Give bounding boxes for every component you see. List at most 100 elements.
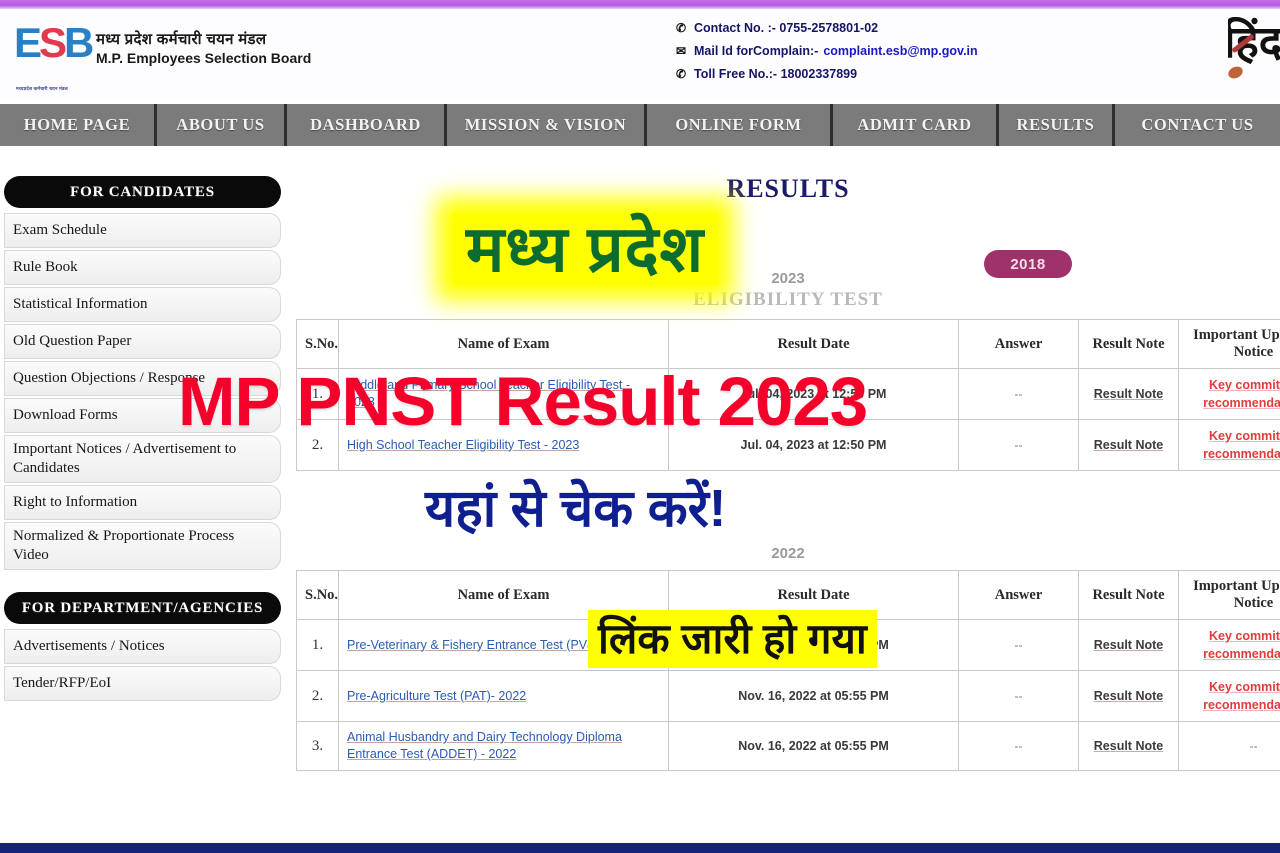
nav-item-about-us[interactable]: ABOUT US	[157, 104, 287, 146]
sidebar-item-old-question-paper[interactable]: Old Question Paper	[4, 324, 281, 359]
mail-icon: ✉	[676, 44, 687, 58]
overlay-status-text: लिंक जारी हो गया	[588, 610, 877, 668]
th-sno: S.No.	[296, 570, 339, 620]
nav-item-home-page[interactable]: HOME PAGE	[0, 104, 157, 146]
th-update: Important Update / Notice	[1178, 319, 1280, 369]
result-note-link[interactable]: Result Note	[1094, 739, 1163, 753]
result-date: Nov. 16, 2022 at 05:55 PM	[738, 689, 889, 703]
nav-item-results[interactable]: RESULTS	[999, 104, 1115, 146]
brand-name-block: मध्य प्रदेश कर्मचारी चयन मंडल M.P. Emplo…	[96, 29, 311, 66]
page-title: RESULTS	[726, 174, 850, 203]
cell-note: Result Note	[1078, 670, 1179, 722]
key-committee-link[interactable]: Key committee recommendation	[1203, 680, 1280, 712]
nav-item-admit-card[interactable]: ADMIT CARD	[833, 104, 999, 146]
key-committee-link[interactable]: Key committee recommendation	[1203, 629, 1280, 661]
cell-name: Pre-Agriculture Test (PAT)- 2022	[338, 670, 669, 722]
nav-item-mission-vision[interactable]: MISSION & VISION	[447, 104, 647, 146]
brand-name-hindi: मध्य प्रदेश कर्मचारी चयन मंडल	[96, 30, 267, 48]
result-note-link[interactable]: Result Note	[1094, 438, 1163, 452]
nav-item-dashboard[interactable]: DASHBOARD	[287, 104, 447, 146]
phone-icon: ✆	[676, 21, 687, 35]
overlay-cta-text: यहां से चेक करें!	[425, 480, 727, 538]
exam-link[interactable]: Pre-Agriculture Test (PAT)- 2022	[347, 688, 660, 705]
cell-answer: --	[958, 419, 1079, 471]
cell-answer: --	[958, 670, 1079, 722]
cell-sno: 1.	[296, 619, 339, 671]
esb-logo-icon: ESB मध्यप्रदेश कर्मचारी चयन मंडल	[14, 19, 94, 91]
cell-note: Result Note	[1078, 619, 1179, 671]
cell-answer: --	[958, 368, 1079, 420]
bottom-accent-strip	[0, 843, 1280, 853]
answer-value: --	[1014, 689, 1023, 703]
th-answer: Answer	[958, 570, 1079, 620]
table-row: 2. Pre-Agriculture Test (PAT)- 2022 Nov.…	[296, 670, 1280, 722]
cell-sno: 3.	[296, 721, 339, 771]
answer-value: --	[1014, 638, 1023, 652]
result-date: Jul. 04, 2023 at 12:50 PM	[740, 438, 887, 452]
contact-info-block: ✆ Contact No. :- 0755-2578801-02 ✉ Mail …	[676, 17, 978, 86]
sidebar-item-right-to-information[interactable]: Right to Information	[4, 485, 281, 520]
cell-answer: --	[958, 721, 1079, 771]
contact-mail-line: ✉ Mail Id forComplain:- complaint.esb@mp…	[676, 40, 978, 63]
cell-date: Nov. 16, 2022 at 05:55 PM	[668, 670, 959, 722]
cell-note: Result Note	[1078, 419, 1179, 471]
cell-answer: --	[958, 619, 1079, 671]
contact-tollfree-line: ✆ Toll Free No.:- 18002337899	[676, 63, 978, 86]
cell-name: Animal Husbandry and Dairy Technology Di…	[338, 721, 669, 771]
section-year-2022: 2022	[771, 545, 805, 562]
answer-value: --	[1014, 387, 1023, 401]
section-subtitle-eligibility-test: ELIGIBILITY TEST	[693, 289, 883, 310]
cell-update: Key committee recommendation	[1178, 619, 1280, 671]
top-accent-strip	[0, 0, 1280, 9]
contact-phone-line: ✆ Contact No. :- 0755-2578801-02	[676, 17, 978, 40]
nav-item-online-form[interactable]: ONLINE FORM	[647, 104, 833, 146]
result-date: Nov. 16, 2022 at 05:55 PM	[738, 739, 889, 753]
sidebar-item-statistical-information[interactable]: Statistical Information	[4, 287, 281, 322]
th-sno: S.No.	[296, 319, 339, 369]
sidebar-heading-department: FOR DEPARTMENT/AGENCIES	[4, 592, 281, 624]
site-header: ESB मध्यप्रदेश कर्मचारी चयन मंडल मध्य प्…	[0, 9, 1280, 100]
brand-logo[interactable]: ESB मध्यप्रदेश कर्मचारी चयन मंडल मध्य प्…	[14, 19, 311, 91]
sidebar-item-exam-schedule[interactable]: Exam Schedule	[4, 213, 281, 248]
key-committee-link[interactable]: Key committee recommendation	[1203, 378, 1280, 410]
hindi-logo-text: हिंद	[1228, 18, 1280, 67]
cell-date: Nov. 16, 2022 at 05:55 PM	[668, 721, 959, 771]
sidebar-divider	[4, 572, 281, 592]
overlay-headline: MP PNST Result 2023	[178, 363, 868, 440]
contact-mail-value[interactable]: complaint.esb@mp.gov.in	[823, 40, 977, 63]
answer-value: --	[1014, 438, 1023, 452]
cell-note: Result Note	[1078, 721, 1179, 771]
sidebar-heading-candidates: FOR CANDIDATES	[4, 176, 281, 208]
year-badge-2018[interactable]: 2018	[984, 250, 1072, 278]
th-answer: Answer	[958, 319, 1079, 369]
result-note-link[interactable]: Result Note	[1094, 387, 1163, 401]
brand-name-english: M.P. Employees Selection Board	[96, 49, 312, 66]
th-update: Important Update / Notice	[1178, 570, 1280, 620]
th-date: Result Date	[668, 319, 959, 369]
sidebar-item-tender-rfp-eoi[interactable]: Tender/RFP/EoI	[4, 666, 281, 701]
result-note-link[interactable]: Result Note	[1094, 638, 1163, 652]
cell-sno: 2.	[296, 670, 339, 722]
cell-update: Key committee recommendation	[1178, 670, 1280, 722]
results-table-2022: S.No. Name of Exam Result Date Answer Re…	[296, 570, 1280, 771]
contact-phone-label: Contact No. :- 0755-2578801-02	[694, 21, 879, 35]
sidebar-item-rule-book[interactable]: Rule Book	[4, 250, 281, 285]
key-committee-link[interactable]: Key committee recommendation	[1203, 429, 1280, 461]
exam-link[interactable]: Animal Husbandry and Dairy Technology Di…	[347, 729, 660, 763]
sidebar-item-normalized-process-video[interactable]: Normalized & Proportionate Process Video	[4, 522, 281, 570]
cell-update: Key committee recommendation	[1178, 419, 1280, 471]
sidebar-item-important-notices[interactable]: Important Notices / Advertisement to Can…	[4, 435, 281, 483]
result-note-link[interactable]: Result Note	[1094, 689, 1163, 703]
contact-tollfree-label: Toll Free No.:- 18002337899	[694, 67, 858, 81]
table-row: 3. Animal Husbandry and Dairy Technology…	[296, 721, 1280, 771]
sidebar-item-advertisements-notices[interactable]: Advertisements / Notices	[4, 629, 281, 664]
section-year-2023: 2023	[771, 270, 805, 287]
cell-note: Result Note	[1078, 368, 1179, 420]
hindi-language-logo[interactable]: हिंद	[1228, 17, 1280, 101]
th-note: Result Note	[1078, 570, 1179, 620]
nav-item-contact-us[interactable]: CONTACT US	[1115, 104, 1280, 146]
th-name: Name of Exam	[338, 319, 669, 369]
overlay-state-name: मध्य प्रदेश	[452, 213, 719, 285]
answer-value: --	[1014, 739, 1023, 753]
th-note: Result Note	[1078, 319, 1179, 369]
